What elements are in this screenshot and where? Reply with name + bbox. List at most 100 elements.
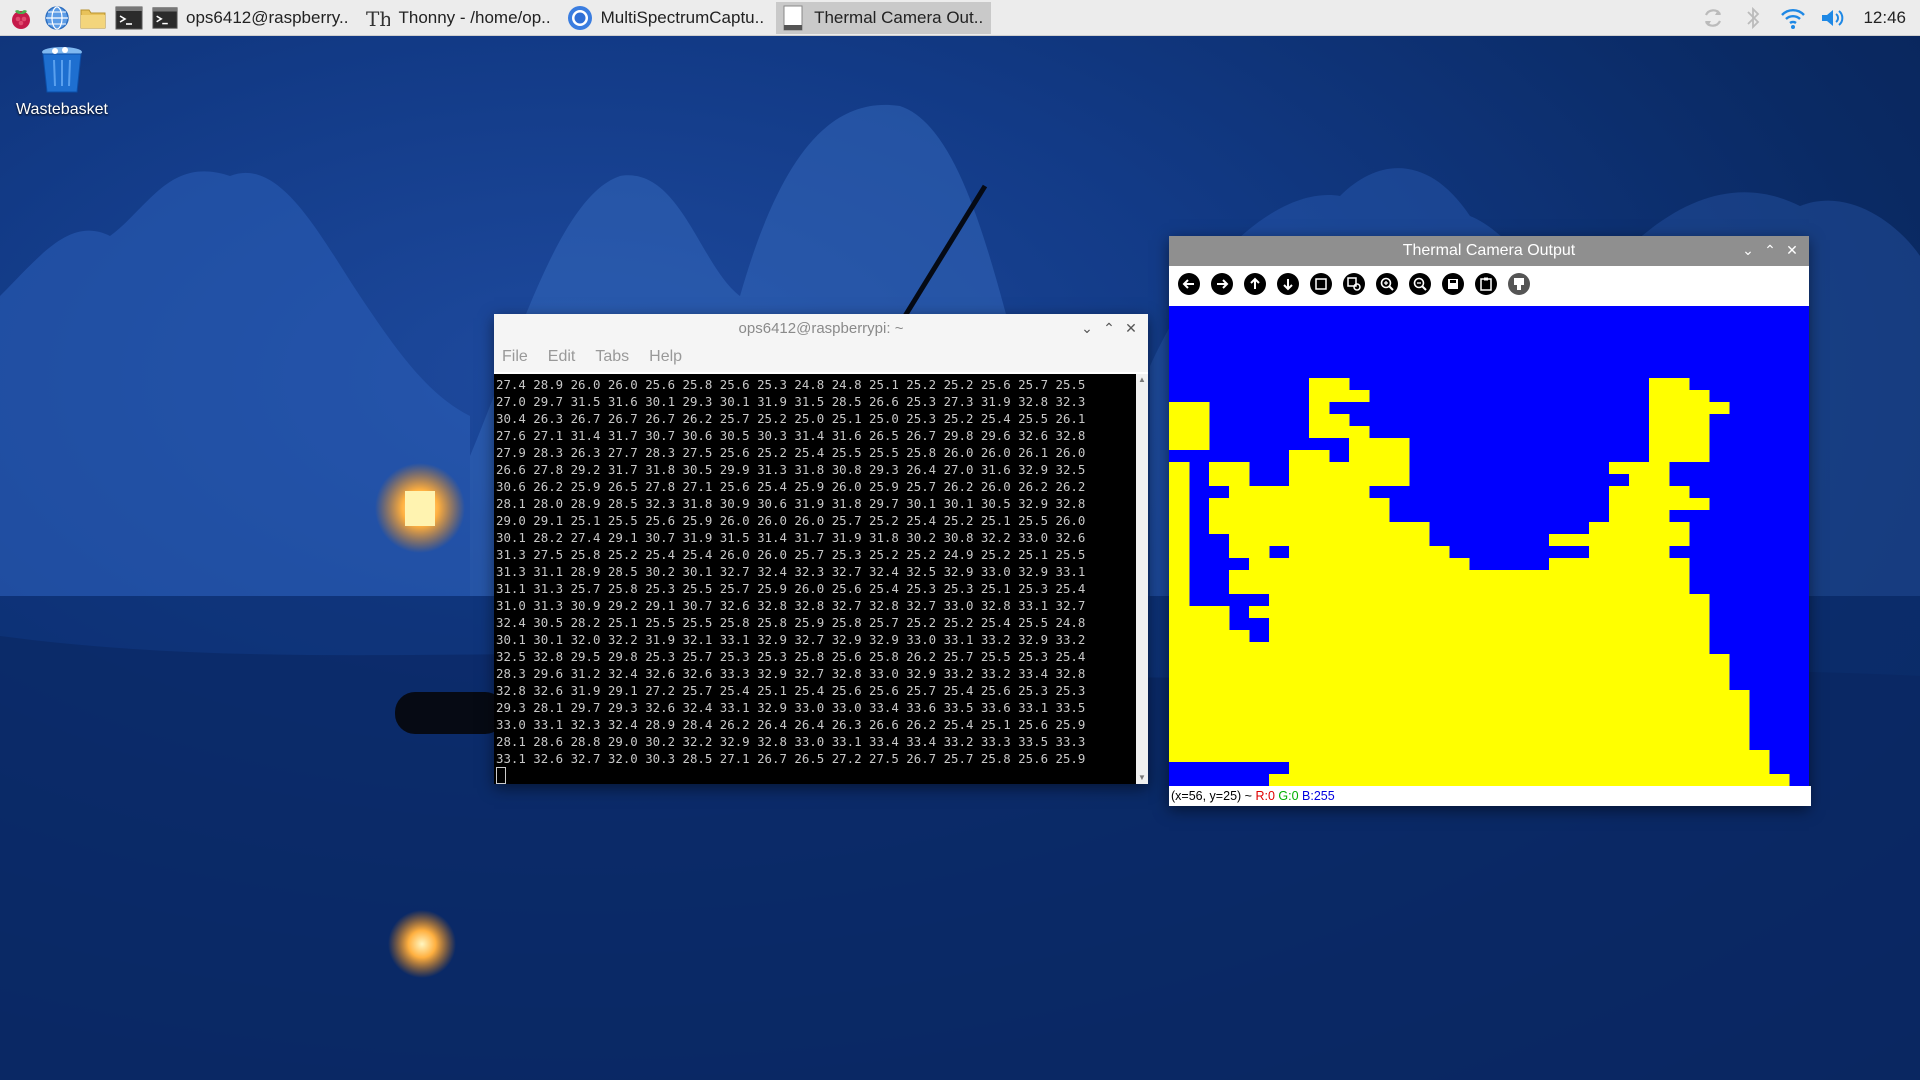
- up-arrow-icon[interactable]: [1241, 271, 1268, 298]
- terminal-scrollbar[interactable]: ▲ ▼: [1136, 374, 1148, 784]
- thermal-pixel: [1369, 690, 1390, 703]
- thermal-pixel: [1169, 594, 1190, 607]
- maximize-icon[interactable]: ⌃: [1759, 242, 1781, 259]
- close-icon[interactable]: ✕: [1781, 242, 1803, 259]
- thermal-pixel: [1349, 750, 1370, 763]
- thermal-pixel: [1389, 558, 1410, 571]
- settings-icon[interactable]: [1505, 271, 1532, 298]
- scroll-up-icon[interactable]: ▲: [1136, 374, 1148, 386]
- terminal-line: 31.3 27.5 25.8 25.2 25.4 25.4 26.0 26.0 …: [496, 547, 1086, 562]
- fit-image-icon[interactable]: [1307, 271, 1334, 298]
- terminal-titlebar[interactable]: ops6412@raspberrypi: ~ ⌄ ⌃ ✕: [494, 314, 1148, 342]
- thermal-pixel: [1329, 690, 1350, 703]
- thermal-pixel: [1729, 690, 1750, 703]
- thermal-pixel: [1489, 642, 1510, 655]
- clipboard-icon[interactable]: [1472, 271, 1499, 298]
- thermal-pixel: [1569, 630, 1590, 643]
- thermal-pixel: [1329, 666, 1350, 679]
- thermal-pixel: [1629, 630, 1650, 643]
- minimize-icon[interactable]: ⌄: [1076, 320, 1098, 337]
- thermal-pixel: [1169, 654, 1190, 667]
- thermal-pixel: [1609, 690, 1630, 703]
- thermal-pixel: [1369, 702, 1390, 715]
- menu-help[interactable]: Help: [649, 348, 682, 366]
- thermal-pixel: [1369, 522, 1390, 535]
- thermal-pixel: [1429, 546, 1450, 559]
- terminal-line: 33.1 32.6 32.7 32.0 30.3 28.5 27.1 26.7 …: [496, 751, 1086, 766]
- thermal-pixel: [1209, 618, 1230, 631]
- thermal-pixel: [1529, 654, 1550, 667]
- menu-edit[interactable]: Edit: [548, 348, 576, 366]
- file-manager-icon[interactable]: [78, 3, 108, 33]
- raspberry-menu-icon[interactable]: [6, 3, 36, 33]
- thermal-pixel: [1649, 762, 1670, 775]
- thermal-pixel: [1689, 618, 1710, 631]
- thermal-pixel: [1469, 666, 1490, 679]
- thermal-pixel: [1649, 462, 1670, 475]
- volume-icon[interactable]: [1819, 4, 1847, 32]
- wifi-icon[interactable]: [1779, 4, 1807, 32]
- thermal-pixel: [1329, 774, 1350, 786]
- zoom-out-icon[interactable]: [1406, 271, 1433, 298]
- thermal-pixel: [1529, 702, 1550, 715]
- thermal-pixel: [1669, 582, 1690, 595]
- update-icon[interactable]: [1699, 4, 1727, 32]
- thermal-pixel: [1669, 522, 1690, 535]
- zoom-in-icon[interactable]: [1373, 271, 1400, 298]
- thermal-image[interactable]: [1169, 306, 1809, 786]
- thermal-pixel: [1509, 774, 1530, 786]
- down-arrow-icon[interactable]: [1274, 271, 1301, 298]
- minimize-icon[interactable]: ⌄: [1737, 242, 1759, 259]
- thermal-pixel: [1569, 534, 1590, 547]
- web-browser-icon[interactable]: [42, 3, 72, 33]
- thermal-pixel: [1369, 462, 1390, 475]
- thermal-pixel: [1589, 774, 1610, 786]
- thermal-pixel: [1569, 678, 1590, 691]
- thermal-pixel: [1169, 582, 1190, 595]
- thermal-pixel: [1469, 690, 1490, 703]
- thermal-pixel: [1289, 462, 1310, 475]
- thermal-pixel: [1689, 654, 1710, 667]
- cursor-coords: (x=56, y=25) ~: [1171, 789, 1252, 803]
- terminal-line: 28.3 29.6 31.2 32.4 32.6 32.6 33.3 32.9 …: [496, 666, 1086, 681]
- thermal-pixel: [1549, 654, 1570, 667]
- thermal-titlebar[interactable]: Thermal Camera Output ⌄ ⌃ ✕: [1169, 236, 1809, 266]
- forward-arrow-icon[interactable]: [1208, 271, 1235, 298]
- thermal-pixel: [1449, 774, 1470, 786]
- thermal-pixel: [1629, 582, 1650, 595]
- clock[interactable]: 12:46: [1863, 8, 1906, 28]
- thermal-pixel: [1529, 582, 1550, 595]
- save-icon[interactable]: [1439, 271, 1466, 298]
- thermal-pixel: [1429, 642, 1450, 655]
- task-thermal-camera[interactable]: Thermal Camera Out..: [776, 1, 992, 34]
- thermal-pixel: [1409, 642, 1430, 655]
- scroll-down-icon[interactable]: ▼: [1136, 772, 1148, 784]
- thermal-pixel: [1589, 738, 1610, 751]
- bluetooth-icon[interactable]: [1739, 4, 1767, 32]
- terminal-output[interactable]: 27.4 28.9 26.0 26.0 25.6 25.8 25.6 25.3 …: [494, 374, 1148, 784]
- back-arrow-icon[interactable]: [1175, 271, 1202, 298]
- thermal-pixel: [1609, 462, 1630, 475]
- thermal-pixel: [1309, 666, 1330, 679]
- reset-zoom-icon[interactable]: [1340, 271, 1367, 298]
- thermal-pixel: [1609, 750, 1630, 763]
- menu-tabs[interactable]: Tabs: [595, 348, 629, 366]
- thermal-pixel: [1289, 678, 1310, 691]
- terminal-line: 28.1 28.6 28.8 29.0 30.2 32.2 32.9 32.8 …: [496, 734, 1086, 749]
- thermal-pixel: [1409, 570, 1430, 583]
- thermal-pixel: [1749, 774, 1770, 786]
- window-title: Thermal Camera Output: [1402, 242, 1576, 259]
- thermal-pixel: [1289, 714, 1310, 727]
- thermal-pixel: [1289, 654, 1310, 667]
- desktop-icon-wastebasket[interactable]: Wastebasket: [8, 44, 116, 119]
- thermal-pixel: [1649, 606, 1670, 619]
- close-icon[interactable]: ✕: [1120, 320, 1142, 337]
- task-thonny[interactable]: Th Thonny - /home/op..: [360, 2, 558, 34]
- task-chromium[interactable]: MultiSpectrumCaptu..: [563, 2, 772, 34]
- maximize-icon[interactable]: ⌃: [1098, 320, 1120, 337]
- task-terminal[interactable]: ops6412@raspberry..: [148, 2, 356, 34]
- menu-file[interactable]: File: [502, 348, 528, 366]
- thermal-pixel: [1669, 690, 1690, 703]
- terminal-icon[interactable]: [114, 3, 144, 33]
- thermal-pixel: [1649, 654, 1670, 667]
